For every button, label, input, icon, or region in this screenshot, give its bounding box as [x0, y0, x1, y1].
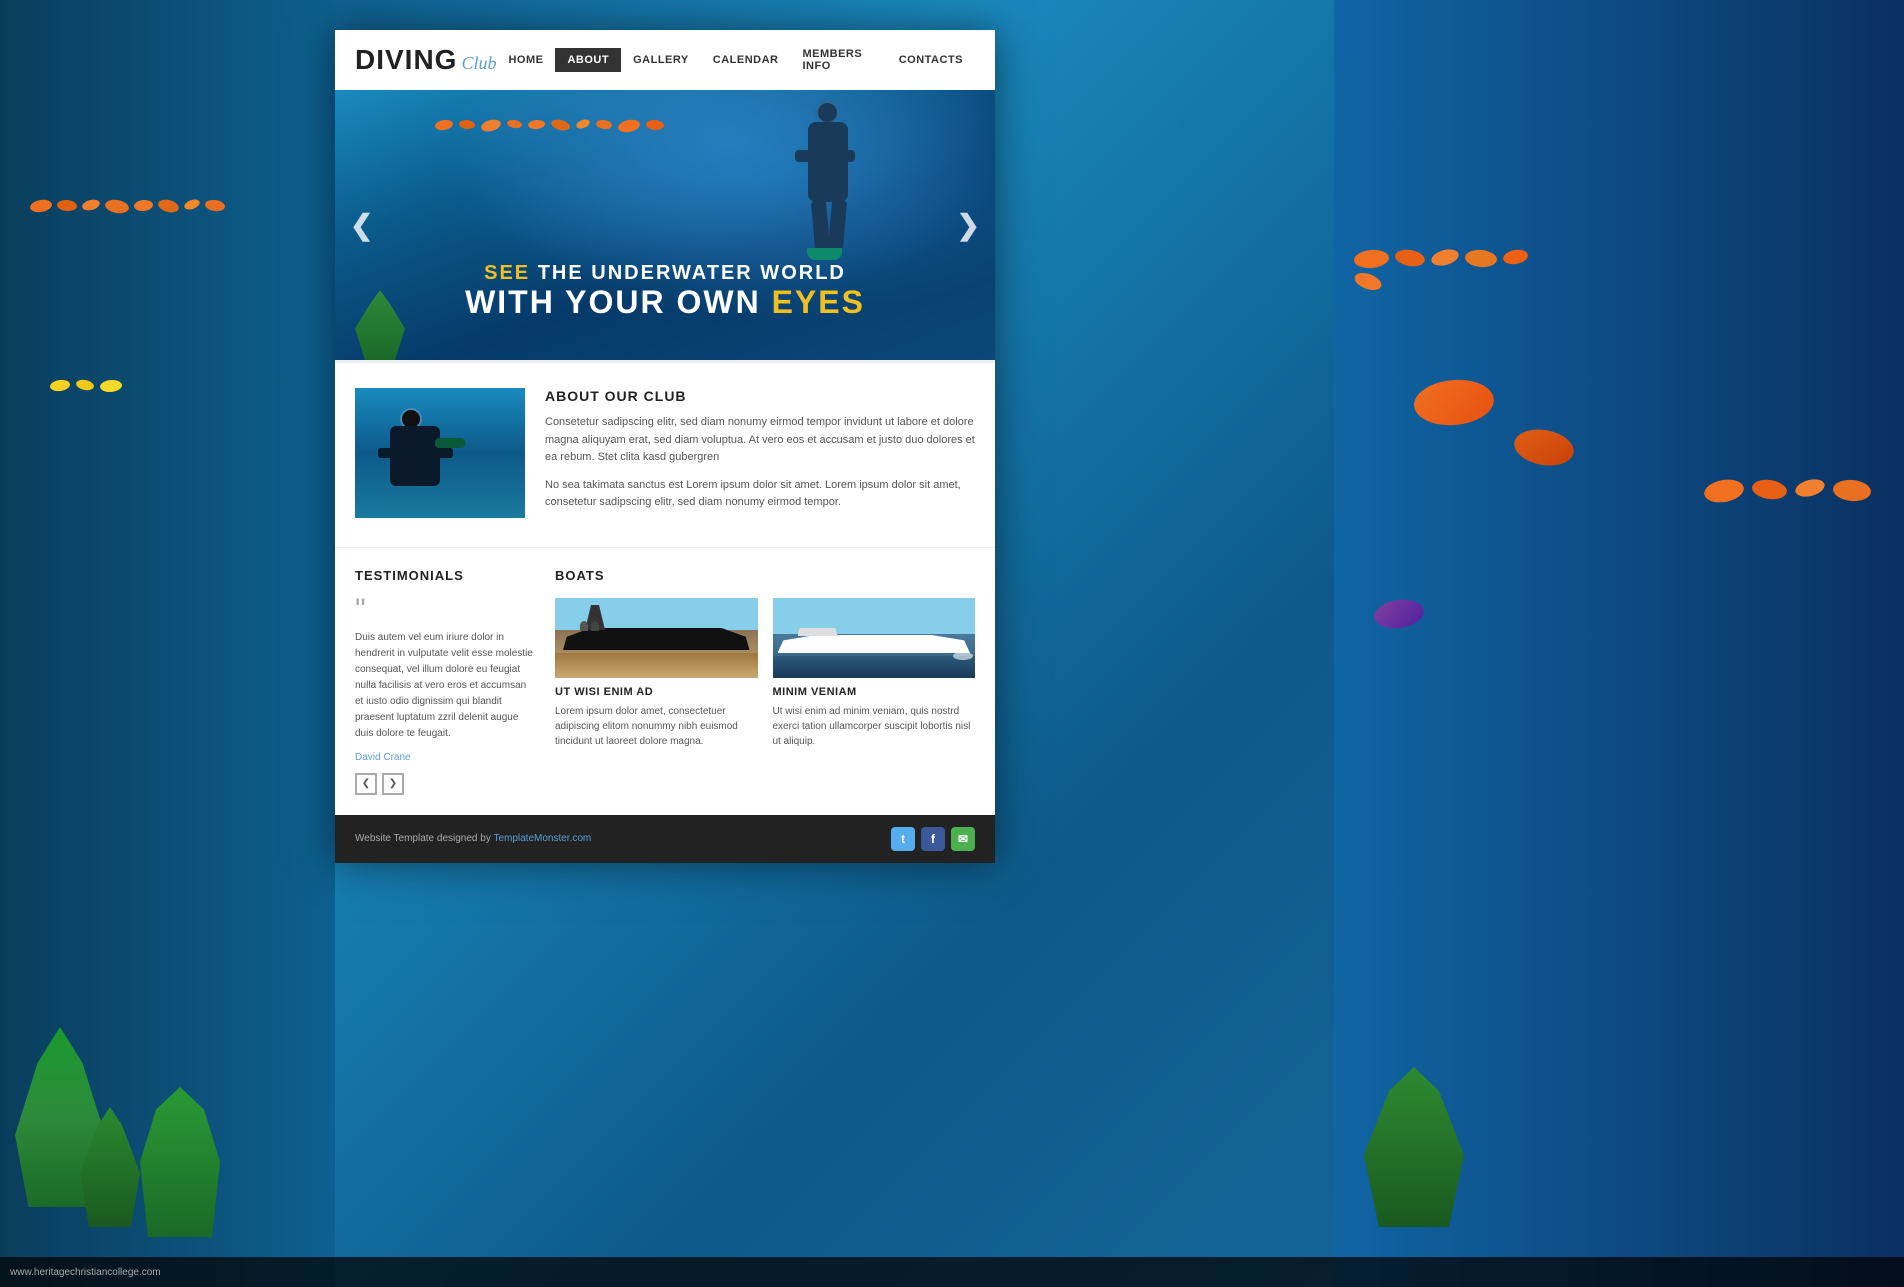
testimonial-author: David Crane	[355, 752, 535, 763]
nav-members[interactable]: MEMBERS INFO	[790, 42, 886, 78]
hero-fish	[435, 120, 685, 132]
site-header: DIVING Club HOME ABOUT GALLERY CALENDAR …	[335, 30, 995, 90]
boat-image-2	[773, 598, 976, 678]
coral-right-1	[1364, 1067, 1464, 1227]
boat-photo-1	[555, 598, 758, 678]
fish-cluster-left-2	[50, 380, 250, 392]
about-image	[355, 388, 525, 518]
nav-about[interactable]: ABOUT	[555, 48, 621, 72]
nav-contacts[interactable]: CONTACTS	[887, 48, 975, 72]
hero-line1-suffix: THE UNDERWATER WORLD	[530, 262, 846, 284]
boat-hull-1	[563, 628, 750, 650]
logo-club: Club	[461, 53, 496, 74]
testimonial-text: Duis autem vel eum iriure dolor in hendr…	[355, 630, 535, 742]
about-text-2: No sea takimata sanctus est Lorem ipsum …	[545, 477, 975, 512]
boat-wake	[953, 652, 973, 660]
bg-right-panel	[1334, 0, 1904, 1287]
hero-line1: SEE THE UNDERWATER WORLD	[395, 262, 935, 285]
boat-photo-2	[773, 598, 976, 678]
about-content: ABOUT OUR CLUB Consetetur sadipscing eli…	[545, 388, 975, 522]
footer-text: Website Template designed by TemplateMon…	[355, 833, 591, 844]
nav-calendar[interactable]: CALENDAR	[701, 48, 791, 72]
hero-line2: WITH YOUR OWN EYES	[395, 285, 935, 320]
testimonial-quote-icon: "	[355, 598, 535, 622]
logo: DIVING Club	[355, 44, 496, 76]
boat-text-1: Lorem ipsum dolor amet, consectetuer adi…	[555, 704, 758, 749]
slider-arrow-left[interactable]: ❮	[350, 209, 373, 242]
bg-left-panel	[0, 0, 335, 1287]
about-image-inner	[355, 388, 525, 518]
slider-arrow-right[interactable]: ❯	[957, 209, 980, 242]
boats-column: BOATS	[555, 568, 975, 795]
browser-url: www.heritagechristiancollege.com	[10, 1267, 161, 1278]
testimonials-title: TESTIMONIALS	[355, 568, 535, 583]
boat-title-2: MINIM VENIAM	[773, 686, 976, 698]
bottom-sections: TESTIMONIALS " Duis autem vel eum iriure…	[335, 547, 995, 815]
testimonial-prev[interactable]: ❮	[355, 773, 377, 795]
logo-diving: DIVING	[355, 44, 457, 76]
site-container: DIVING Club HOME ABOUT GALLERY CALENDAR …	[335, 30, 995, 863]
nav-home[interactable]: HOME	[496, 48, 555, 72]
social-email-icon[interactable]: ✉	[951, 827, 975, 851]
boat-hull-2	[778, 635, 971, 653]
diver-figure-about	[375, 408, 505, 508]
social-icons: t f ✉	[891, 827, 975, 851]
boat-card-2: MINIM VENIAM Ut wisi enim ad minim venia…	[773, 598, 976, 749]
site-nav: HOME ABOUT GALLERY CALENDAR MEMBERS INFO…	[496, 42, 975, 78]
browser-bar: www.heritagechristiancollege.com	[0, 1257, 1904, 1287]
about-section: ABOUT OUR CLUB Consetetur sadipscing eli…	[335, 360, 995, 547]
about-text-1: Consetetur sadipscing elitr, sed diam no…	[545, 414, 975, 467]
purple-fish	[1372, 597, 1425, 632]
fish-cluster-right-2	[1704, 480, 1884, 502]
boat-top-2	[798, 628, 838, 636]
boats-title: BOATS	[555, 568, 975, 583]
hero-see: SEE	[484, 262, 530, 284]
site-footer: Website Template designed by TemplateMon…	[335, 815, 995, 863]
testimonials-column: TESTIMONIALS " Duis autem vel eum iriure…	[355, 568, 555, 795]
hero-eyes: EYES	[772, 284, 865, 320]
about-title: ABOUT OUR CLUB	[545, 388, 975, 404]
social-facebook-icon[interactable]: f	[921, 827, 945, 851]
boat-title-1: UT WISI ENIM AD	[555, 686, 758, 698]
boat-text-2: Ut wisi enim ad minim veniam, quis nostr…	[773, 704, 976, 749]
fish-cluster-left	[30, 200, 230, 213]
water-line-1	[555, 653, 758, 678]
water-line-2	[773, 656, 976, 678]
hero-line2-prefix: WITH YOUR OWN	[465, 284, 772, 320]
footer-link[interactable]: TemplateMonster.com	[493, 833, 591, 844]
about-diver-photo	[355, 388, 525, 518]
fish-cluster-right-1	[1354, 250, 1554, 289]
testimonial-next[interactable]: ❯	[382, 773, 404, 795]
hero-diver	[785, 100, 875, 260]
boat-image-1	[555, 598, 758, 678]
boats-grid: UT WISI ENIM AD Lorem ipsum dolor amet, …	[555, 598, 975, 749]
boat-people	[580, 621, 599, 631]
boat-card-1: UT WISI ENIM AD Lorem ipsum dolor amet, …	[555, 598, 758, 749]
coral-left-3	[140, 1087, 220, 1237]
hero-slider: SEE THE UNDERWATER WORLD WITH YOUR OWN E…	[335, 90, 995, 360]
social-twitter-icon[interactable]: t	[891, 827, 915, 851]
testimonial-nav: ❮ ❯	[355, 773, 535, 795]
big-fish-right	[1412, 377, 1496, 429]
big-fish-right-2	[1511, 425, 1576, 470]
footer-label: Website Template designed by	[355, 833, 491, 844]
hero-text-block: SEE THE UNDERWATER WORLD WITH YOUR OWN E…	[335, 262, 995, 320]
nav-gallery[interactable]: GALLERY	[621, 48, 701, 72]
